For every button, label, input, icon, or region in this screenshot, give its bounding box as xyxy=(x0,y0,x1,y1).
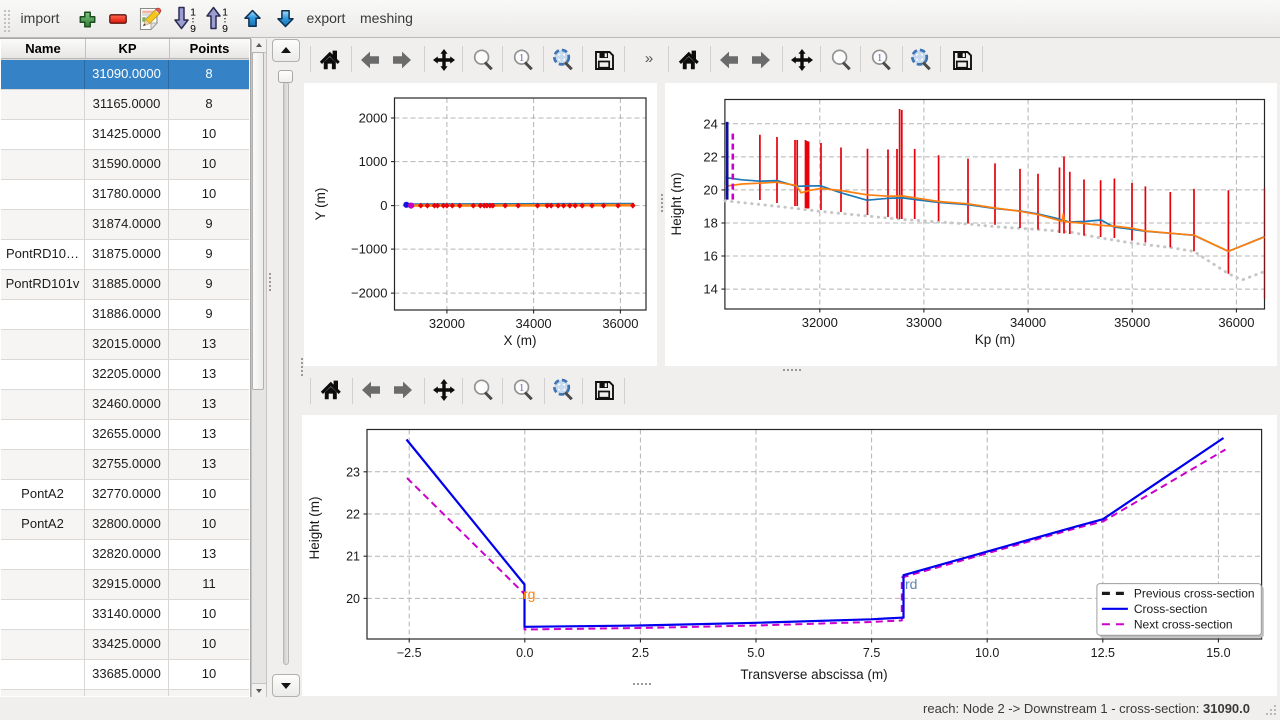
svg-text:1: 1 xyxy=(877,52,883,64)
svg-text:23: 23 xyxy=(346,465,360,479)
svg-text:Previous cross-section: Previous cross-section xyxy=(1134,587,1255,601)
svg-text:20: 20 xyxy=(703,182,717,197)
svg-text:Next cross-section: Next cross-section xyxy=(1134,617,1233,631)
svg-text:10.0: 10.0 xyxy=(975,646,999,660)
svg-text:Y (m): Y (m) xyxy=(313,188,328,221)
svg-text:Cross-section: Cross-section xyxy=(1134,602,1207,616)
svg-text:36000: 36000 xyxy=(1218,315,1254,330)
svg-text:7.5: 7.5 xyxy=(863,646,880,660)
svg-text:22: 22 xyxy=(346,508,360,522)
svg-text:0.0: 0.0 xyxy=(516,646,533,660)
svg-text:2000: 2000 xyxy=(359,111,388,126)
svg-text:35000: 35000 xyxy=(1114,315,1150,330)
svg-text:12.5: 12.5 xyxy=(1091,646,1115,660)
svg-text:22: 22 xyxy=(703,149,717,164)
svg-text:Kp (m): Kp (m) xyxy=(975,332,1016,347)
svg-text:20: 20 xyxy=(346,592,360,606)
svg-text:32000: 32000 xyxy=(802,315,838,330)
svg-text:15.0: 15.0 xyxy=(1206,646,1230,660)
svg-text:18: 18 xyxy=(703,216,717,231)
svg-text:24: 24 xyxy=(703,116,717,131)
svg-text:1: 1 xyxy=(519,382,525,394)
svg-text:1: 1 xyxy=(190,7,196,19)
svg-text:2.5: 2.5 xyxy=(632,646,649,660)
svg-text:33000: 33000 xyxy=(906,315,942,330)
svg-text:Height (m): Height (m) xyxy=(669,172,684,235)
svg-text:1: 1 xyxy=(519,52,525,64)
svg-text:5.0: 5.0 xyxy=(747,646,764,660)
svg-text:14: 14 xyxy=(703,282,717,297)
svg-text:9: 9 xyxy=(222,23,228,33)
svg-text:rg: rg xyxy=(523,586,535,602)
svg-text:34000: 34000 xyxy=(1010,315,1046,330)
svg-text:1: 1 xyxy=(222,7,228,19)
svg-text:16: 16 xyxy=(703,249,717,264)
svg-text:−2000: −2000 xyxy=(351,286,388,301)
svg-text:0: 0 xyxy=(380,198,387,213)
svg-text:34000: 34000 xyxy=(516,316,552,331)
svg-text:32000: 32000 xyxy=(429,316,465,331)
svg-text:36000: 36000 xyxy=(602,316,638,331)
svg-text:1000: 1000 xyxy=(359,154,388,169)
svg-text:−2.5: −2.5 xyxy=(397,646,422,660)
svg-text:−1000: −1000 xyxy=(351,242,388,257)
svg-text:9: 9 xyxy=(190,23,196,33)
svg-text:rd: rd xyxy=(905,576,917,592)
svg-text:Transverse abscissa (m): Transverse abscissa (m) xyxy=(740,667,887,682)
svg-text:21: 21 xyxy=(346,550,360,564)
svg-text:Height (m): Height (m) xyxy=(307,496,322,559)
svg-text:X (m): X (m) xyxy=(504,333,537,348)
